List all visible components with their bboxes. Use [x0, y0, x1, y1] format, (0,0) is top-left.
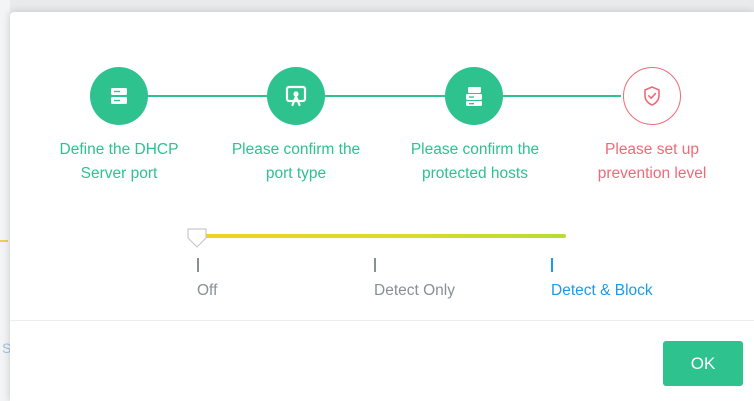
background-slider-fragment	[0, 240, 8, 242]
prevention-slider-track[interactable]	[189, 234, 566, 238]
step-1-circle	[90, 67, 148, 125]
slider-tick-off	[197, 258, 199, 272]
background-page: S	[0, 0, 11, 401]
slider-tick-detect-only	[374, 258, 376, 272]
step-4-circle	[623, 67, 681, 125]
shield-check-icon	[644, 86, 660, 106]
step-4-label: Please set up prevention level	[567, 138, 737, 186]
prevention-setup-dialog: Define the DHCP Server port Please confi…	[10, 12, 754, 401]
step-2-label-line2: port type	[265, 165, 327, 182]
step-1-label-line1: Define the DHCP	[59, 141, 179, 158]
step-3-label-line2: protected hosts	[422, 165, 528, 182]
step-2-label: Please confirm the port type	[211, 138, 381, 186]
step-2-label-line1: Please confirm the	[231, 141, 361, 158]
server-icon	[111, 88, 127, 104]
step-4-label-line1: Please set up	[605, 141, 699, 158]
port-type-icon	[285, 85, 307, 107]
step-3-label: Please confirm the protected hosts	[390, 138, 560, 186]
footer-divider	[10, 320, 754, 321]
step-2-circle	[267, 67, 325, 125]
slider-option-detect-only[interactable]: Detect Only	[374, 282, 455, 300]
step-1-label-line2: Server port	[80, 165, 158, 182]
step-3-label-line1: Please confirm the	[410, 141, 540, 158]
step-4-label-line2: prevention level	[597, 165, 707, 182]
step-connector	[503, 95, 621, 97]
slider-tick-detect-block	[551, 258, 553, 272]
step-connector	[325, 95, 445, 97]
slider-option-off[interactable]: Off	[197, 282, 217, 300]
step-3-circle	[445, 67, 503, 125]
slider-option-detect-block[interactable]: Detect & Block	[551, 282, 653, 300]
step-connector	[148, 95, 268, 97]
hosts-icon	[466, 87, 482, 106]
prevention-slider-thumb[interactable]	[186, 228, 208, 248]
ok-button[interactable]: OK	[663, 341, 743, 386]
step-1-label: Define the DHCP Server port	[34, 138, 204, 186]
